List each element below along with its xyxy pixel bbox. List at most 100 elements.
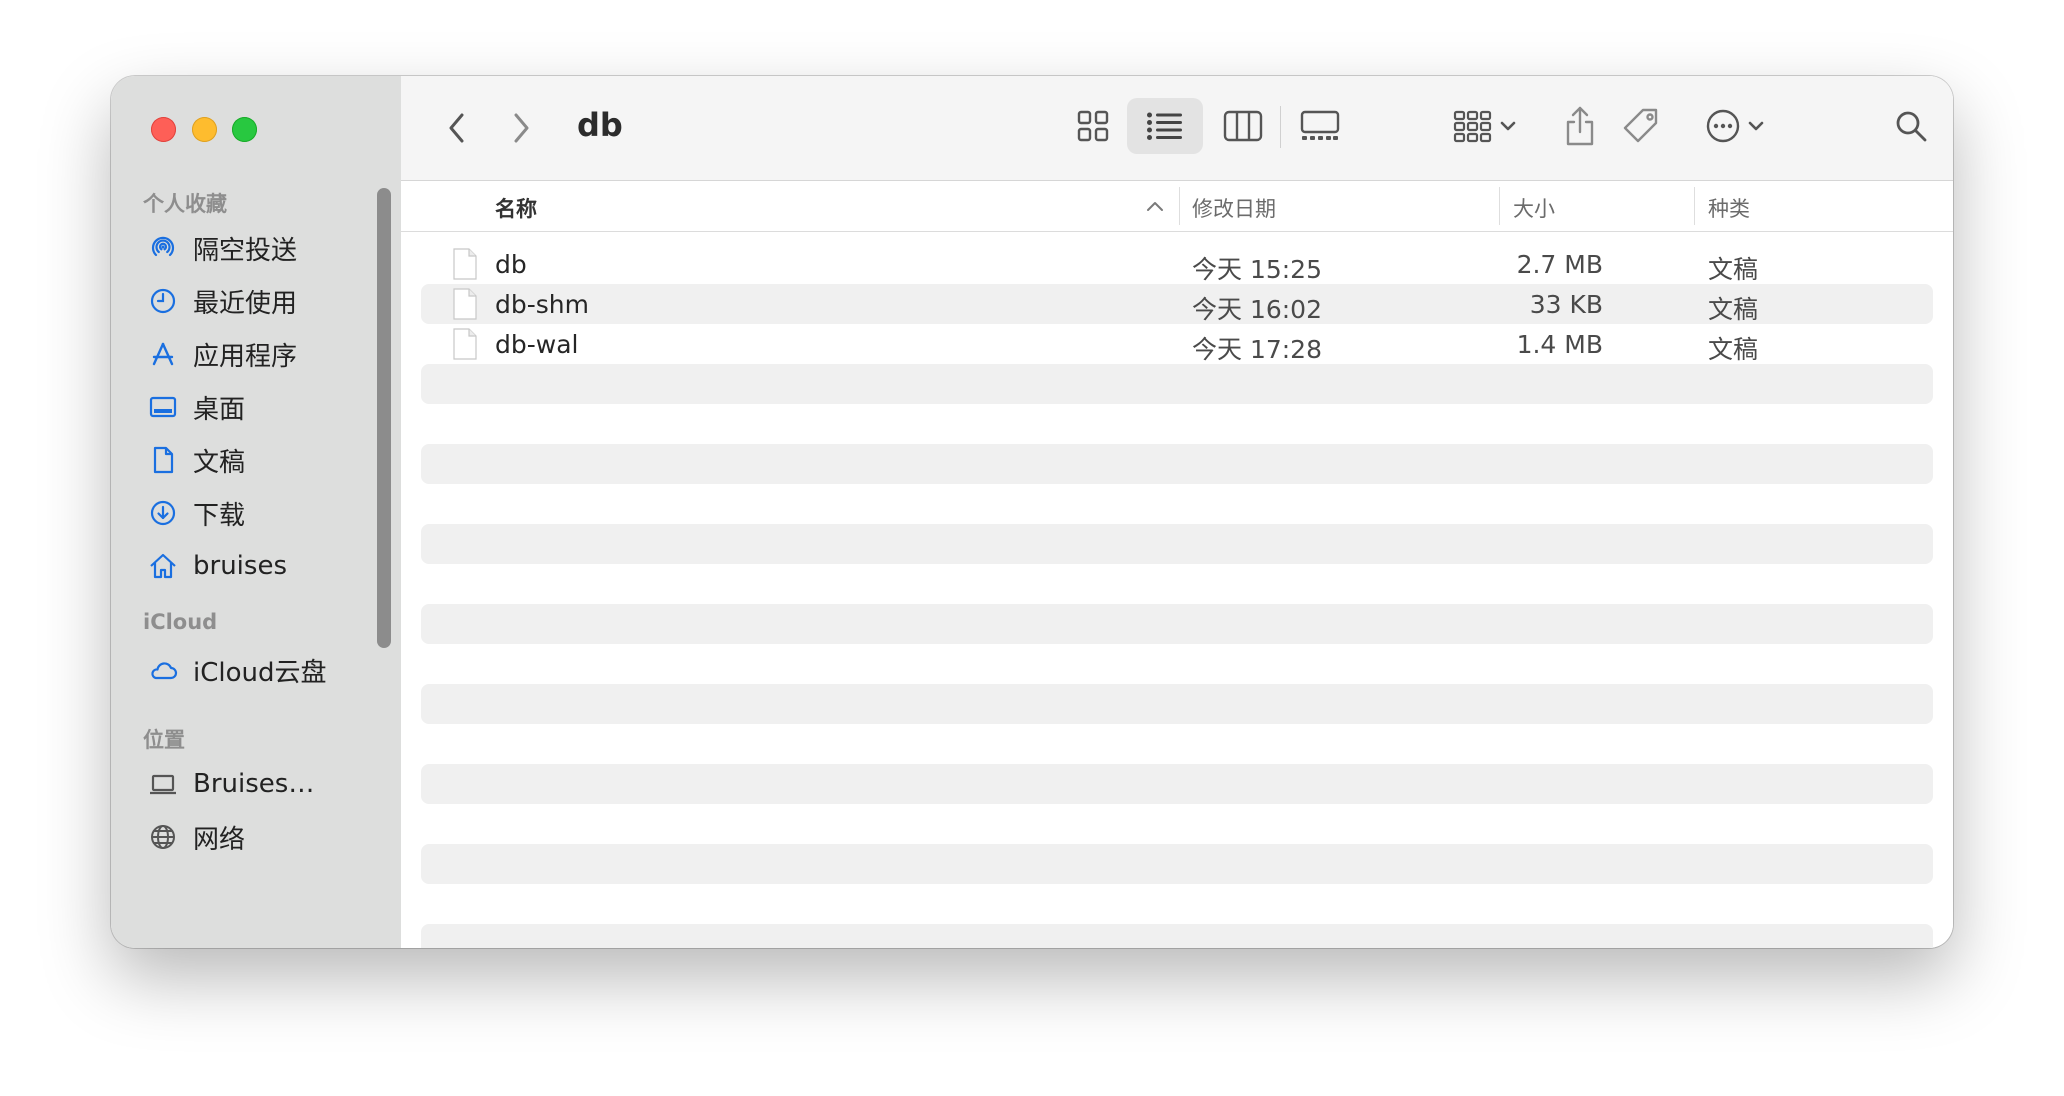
chevron-down-icon	[1748, 121, 1764, 131]
table-row[interactable]: db 今天 15:25 2.7 MB 文稿	[421, 244, 1933, 284]
favorites-heading: 个人收藏	[143, 192, 227, 216]
file-size: 1.4 MB	[1516, 330, 1603, 359]
column-size[interactable]: 大小	[1513, 193, 1555, 223]
sidebar-item-label: 下载	[193, 500, 246, 531]
tags-button[interactable]	[1613, 98, 1669, 154]
sidebar-item-label: 网络	[193, 824, 246, 855]
sidebar-item-label: 应用程序	[193, 341, 298, 372]
cloud-icon	[147, 654, 179, 686]
sidebar-item-applications[interactable]: 应用程序	[147, 332, 387, 376]
group-by-button[interactable]	[1445, 98, 1525, 154]
table-row[interactable]: db-wal 今天 17:28 1.4 MB 文稿	[421, 324, 1933, 364]
more-actions-button[interactable]	[1697, 98, 1773, 154]
icloud-heading: iCloud	[143, 610, 218, 634]
column-divider[interactable]	[1499, 187, 1500, 225]
gallery-view-button[interactable]	[1287, 98, 1353, 154]
clock-icon	[147, 285, 179, 317]
toolbar-divider	[1280, 106, 1281, 148]
airdrop-icon	[147, 232, 179, 264]
file-date: 今天 15:25	[1192, 255, 1322, 284]
ellipsis-circle-icon	[1706, 109, 1740, 143]
sidebar-item-icloud-drive[interactable]: iCloud云盘	[147, 648, 387, 692]
sidebar-item-label: Bruises…	[193, 769, 315, 799]
sidebar-item-documents[interactable]: 文稿	[147, 438, 387, 482]
file-name: db-shm	[495, 290, 589, 319]
column-divider[interactable]	[1179, 187, 1180, 225]
main-pane: db 名称 修改日期 大小 种类 db 今天 15:25 2.7 MB 文稿 d…	[401, 76, 1953, 948]
column-kind[interactable]: 种类	[1708, 193, 1750, 223]
sidebar-item-desktop[interactable]: 桌面	[147, 385, 387, 429]
close-button[interactable]	[151, 117, 176, 142]
column-divider[interactable]	[1694, 187, 1695, 225]
sort-ascending-icon[interactable]	[1145, 199, 1165, 213]
sidebar-item-recents[interactable]: 最近使用	[147, 279, 387, 323]
chevron-left-icon	[449, 113, 464, 143]
locations-heading: 位置	[143, 728, 185, 752]
file-size: 2.7 MB	[1516, 250, 1603, 279]
list-icon	[1147, 112, 1182, 140]
window-title: db	[577, 106, 623, 144]
empty-row	[421, 764, 1933, 804]
columns-icon	[1223, 110, 1263, 142]
document-icon	[147, 444, 179, 476]
sidebar-item-label: 桌面	[193, 394, 246, 425]
finder-window: 个人收藏 隔空投送 最近使用 应用程序 桌面 文稿 下载 bruises iCl…	[111, 76, 1953, 948]
sidebar-item-label: bruises	[193, 551, 287, 581]
empty-row	[421, 524, 1933, 564]
file-kind: 文稿	[1708, 295, 1759, 324]
chevron-down-icon	[1500, 121, 1516, 131]
file-kind: 文稿	[1708, 255, 1759, 284]
sidebar-item-label: 最近使用	[193, 288, 298, 319]
search-icon	[1896, 111, 1927, 142]
sidebar-item-label: 隔空投送	[193, 235, 298, 266]
list-view-button[interactable]	[1127, 98, 1203, 154]
file-name: db	[495, 250, 527, 279]
sidebar-item-home[interactable]: bruises	[147, 544, 387, 588]
sidebar: 个人收藏 隔空投送 最近使用 应用程序 桌面 文稿 下载 bruises iCl…	[111, 76, 401, 948]
sidebar-item-label: iCloud云盘	[193, 657, 327, 688]
file-icon	[453, 248, 477, 280]
grid-icon	[1077, 110, 1109, 142]
globe-icon	[147, 821, 179, 853]
column-date[interactable]: 修改日期	[1192, 193, 1276, 223]
file-kind: 文稿	[1708, 335, 1759, 364]
share-icon	[1566, 106, 1594, 146]
sidebar-scrollbar[interactable]	[377, 188, 391, 648]
share-button[interactable]	[1555, 96, 1605, 156]
file-date: 今天 17:28	[1192, 335, 1322, 364]
sidebar-item-label: 文稿	[193, 447, 246, 478]
empty-row	[421, 604, 1933, 644]
forward-button[interactable]	[501, 108, 541, 148]
empty-row	[421, 444, 1933, 484]
column-view-button[interactable]	[1213, 98, 1273, 154]
group-grid-icon	[1453, 110, 1492, 143]
sidebar-item-airdrop[interactable]: 隔空投送	[147, 226, 387, 270]
empty-row	[421, 364, 1933, 404]
sidebar-item-network[interactable]: 网络	[147, 815, 387, 859]
toolbar: db	[401, 76, 1953, 181]
minimize-button[interactable]	[192, 117, 217, 142]
table-row[interactable]: db-shm 今天 16:02 33 KB 文稿	[421, 284, 1933, 324]
empty-row	[421, 684, 1933, 724]
sidebar-item-downloads[interactable]: 下载	[147, 491, 387, 535]
chevron-right-icon	[514, 113, 529, 143]
gallery-icon	[1300, 110, 1340, 140]
file-icon	[453, 328, 477, 360]
empty-row	[421, 844, 1933, 884]
back-button[interactable]	[437, 108, 477, 148]
zoom-button[interactable]	[232, 117, 257, 142]
file-date: 今天 16:02	[1192, 295, 1322, 324]
applications-icon	[147, 338, 179, 370]
home-icon	[147, 550, 179, 582]
tag-icon	[1623, 108, 1658, 143]
icon-view-button[interactable]	[1063, 98, 1123, 154]
column-header: 名称 修改日期 大小 种类	[401, 181, 1953, 232]
column-name[interactable]: 名称	[495, 193, 537, 223]
file-size: 33 KB	[1529, 290, 1603, 319]
sidebar-item-computer[interactable]: Bruises…	[147, 762, 387, 806]
empty-row	[421, 924, 1933, 948]
search-button[interactable]	[1887, 102, 1935, 150]
desktop-icon	[147, 391, 179, 423]
file-icon	[453, 288, 477, 320]
laptop-icon	[147, 768, 179, 800]
